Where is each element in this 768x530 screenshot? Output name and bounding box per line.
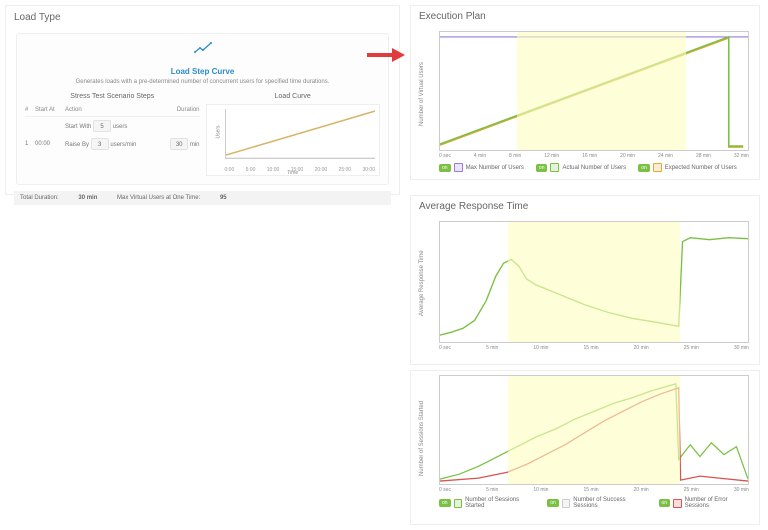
legend-item-expected-users[interactable]: onExpected Number of Users bbox=[638, 163, 737, 172]
start-with-input[interactable]: 5 bbox=[93, 120, 111, 132]
mini-ylabel: Users bbox=[215, 125, 221, 138]
highlight-band bbox=[508, 222, 680, 342]
resp-xticks: 0 sec5 min10 min15 min20 min25 min30 min bbox=[439, 345, 749, 351]
response-time-panel: Average Response Time Average Response T… bbox=[410, 195, 760, 365]
exec-xticks: 0 sec4 min8 min12 min16 min20 min24 min2… bbox=[439, 153, 749, 159]
curve-icon bbox=[25, 42, 380, 57]
legend-item-error-sessions[interactable]: onNumber of Error Sessions bbox=[659, 497, 749, 509]
legend-item-success-sessions[interactable]: onNumber of Success Sessions bbox=[547, 497, 646, 509]
load-type-panel: Load Type Load Step Curve Generates load… bbox=[5, 5, 400, 195]
col-start: Start At bbox=[35, 107, 65, 113]
load-type-footer: Total Duration: 30 min Max Virtual Users… bbox=[14, 191, 391, 205]
sessions-xticks: 0 sec5 min10 min15 min20 min25 min30 min bbox=[439, 487, 749, 493]
start-with-unit: users bbox=[113, 124, 128, 130]
col-action: Action bbox=[65, 107, 160, 113]
sessions-chart bbox=[439, 375, 749, 485]
step-duration-unit: min bbox=[190, 142, 200, 148]
col-idx: # bbox=[25, 107, 35, 113]
exec-legend: onMax Number of Users onActual Number of… bbox=[439, 163, 749, 172]
red-arrow-icon bbox=[365, 45, 405, 65]
steps-heading: Stress Test Scenario Steps bbox=[25, 93, 200, 100]
step-idx: 1 bbox=[25, 141, 35, 147]
mini-load-curve-chart: Users 0:00 5:00 10:00 15:00 20:00 25:00 bbox=[206, 104, 381, 176]
panel-title: Load Type bbox=[6, 6, 399, 29]
highlight-band bbox=[517, 32, 686, 150]
load-type-card: Load Step Curve Generates loads with a p… bbox=[16, 33, 389, 185]
start-with-row: Start With 5 users bbox=[25, 117, 200, 135]
steps-header-row: # Start At Action Duration bbox=[25, 104, 200, 117]
response-time-chart bbox=[439, 221, 749, 343]
mini-xlabel: Time bbox=[207, 170, 380, 176]
curve-column: Load Curve Users 0:00 5:00 10:00 15:00 bbox=[206, 93, 381, 176]
sessions-ylabel: Number of Sessions Started bbox=[419, 401, 425, 476]
curve-heading: Load Curve bbox=[206, 93, 381, 100]
steps-column: Stress Test Scenario Steps # Start At Ac… bbox=[25, 93, 200, 176]
steps-table: # Start At Action Duration Start With 5 … bbox=[25, 104, 200, 153]
sessions-panel: Number of Sessions Started 0 sec5 min10 … bbox=[410, 370, 760, 525]
exec-ylabel: Number of Virtual Users bbox=[419, 62, 425, 126]
step-amount-input[interactable]: 3 bbox=[91, 138, 109, 150]
step-duration-input[interactable]: 30 bbox=[170, 138, 188, 150]
panel-title: Average Response Time bbox=[411, 196, 759, 217]
step-start: 00:00 bbox=[35, 141, 65, 147]
legend-item-actual-users[interactable]: onActual Number of Users bbox=[536, 163, 626, 172]
execution-plan-panel: Execution Plan Number of Virtual Users 0… bbox=[410, 5, 760, 180]
exec-plan-chart bbox=[439, 31, 749, 151]
sessions-legend: onNumber of Sessions Started onNumber of… bbox=[439, 497, 749, 509]
resp-ylabel: Average Response Time bbox=[419, 250, 425, 316]
legend-item-max-users[interactable]: onMax Number of Users bbox=[439, 163, 524, 172]
step-row: 1 00:00 Raise By 3 users/min 30 min bbox=[25, 135, 200, 153]
highlight-band bbox=[508, 376, 680, 484]
curve-title: Load Step Curve bbox=[25, 67, 380, 76]
start-with-label: Start With bbox=[65, 124, 91, 130]
step-rate-unit: users/min bbox=[110, 142, 136, 148]
col-duration: Duration bbox=[160, 107, 200, 113]
panel-title: Execution Plan bbox=[411, 6, 759, 27]
step-action-label: Raise By bbox=[65, 142, 89, 148]
legend-item-sessions-started[interactable]: onNumber of Sessions Started bbox=[439, 497, 535, 509]
curve-subtitle: Generates loads with a pre-determined nu… bbox=[25, 79, 380, 85]
